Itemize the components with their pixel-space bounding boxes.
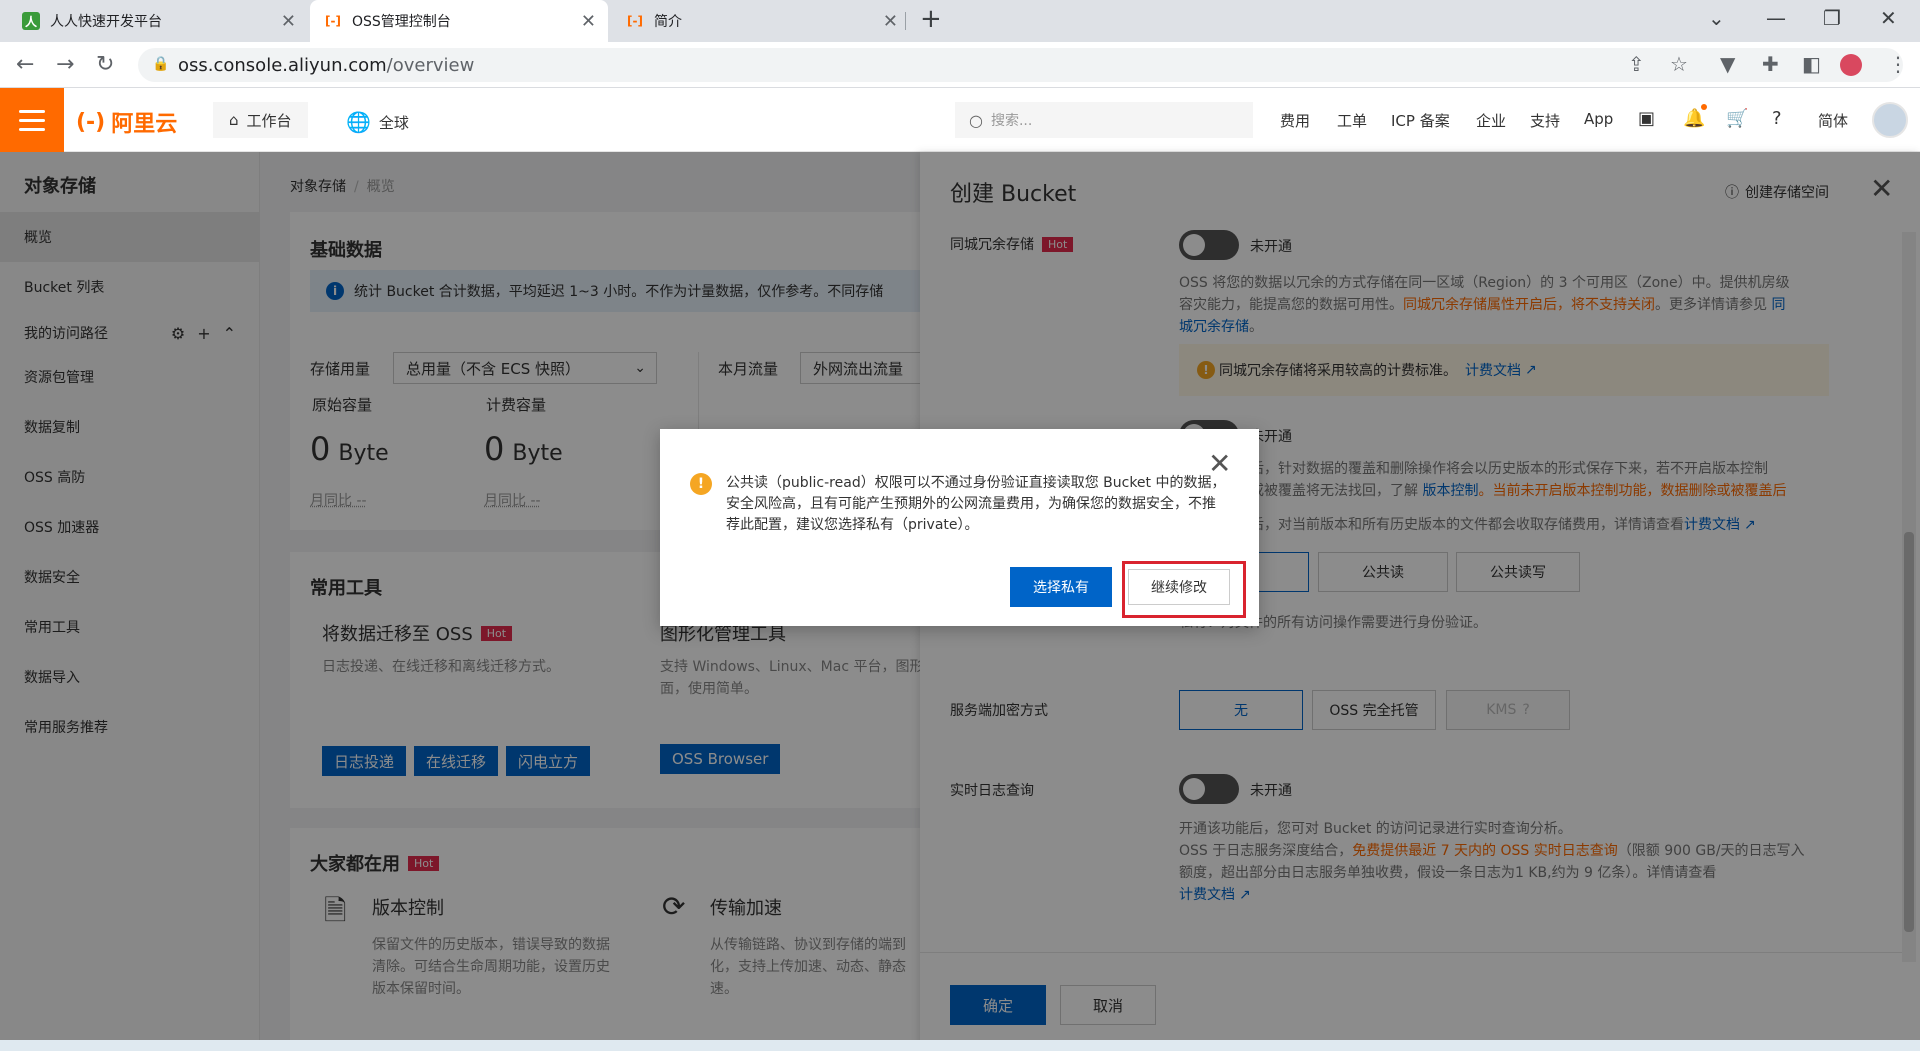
globe-icon: 🌐 bbox=[346, 110, 371, 134]
search-placeholder: 搜索... bbox=[990, 113, 1033, 129]
aliyun-logo[interactable]: (-) 阿里云 bbox=[76, 106, 177, 138]
url-path: /overview bbox=[386, 54, 475, 76]
close-icon[interactable]: ✕ bbox=[883, 11, 898, 32]
workbench-label: 工作台 bbox=[246, 111, 292, 130]
maximize-icon[interactable]: ❐ bbox=[1823, 6, 1841, 30]
back-icon[interactable]: ← bbox=[16, 52, 34, 77]
menu-dots-icon[interactable]: ⋮ bbox=[1888, 52, 1908, 76]
console-header: (-) 阿里云 ⌂ 工作台 🌐 全球 ○ 搜索... 费用 工单 ICP 备案 … bbox=[0, 88, 1920, 152]
browser-tab-oss[interactable]: [-] OSS管理控制台 ✕ bbox=[310, 0, 608, 42]
new-tab-icon[interactable]: + bbox=[920, 4, 942, 34]
terminal-icon[interactable]: ▣ bbox=[1638, 108, 1655, 129]
tab-title: 人人快速开发平台 bbox=[50, 14, 162, 30]
choose-private-button[interactable]: 选择私有 bbox=[1010, 567, 1112, 607]
logo-text: 阿里云 bbox=[111, 112, 178, 137]
dialog-message: 公共读（public-read）权限可以不通过身份验证直接读取您 Bucket … bbox=[726, 475, 1226, 533]
browser-tab-bar: 人 人人快速开发平台 ✕ [-] OSS管理控制台 ✕ [-] 简介 ✕ + ⌄… bbox=[0, 0, 1920, 42]
home-icon: ⌂ bbox=[229, 111, 239, 129]
search-icon: ○ bbox=[969, 110, 983, 130]
cart-icon[interactable]: 🛒 bbox=[1726, 108, 1748, 129]
share-icon[interactable]: ⇪ bbox=[1628, 52, 1645, 76]
warning-icon: ! bbox=[690, 473, 712, 495]
region-label: 全球 bbox=[378, 113, 409, 132]
nav-link-fees[interactable]: 费用 bbox=[1280, 110, 1310, 131]
close-icon[interactable]: ✕ bbox=[581, 11, 596, 32]
aliyun-icon: [-] bbox=[627, 14, 643, 28]
avatar[interactable] bbox=[1872, 102, 1908, 138]
region-selector[interactable]: 🌐 全球 bbox=[346, 110, 409, 134]
bell-icon[interactable]: 🔔 bbox=[1683, 108, 1705, 129]
green-app-icon: 人 bbox=[22, 12, 40, 30]
help-icon[interactable]: ? bbox=[1772, 108, 1782, 129]
close-window-icon[interactable]: ✕ bbox=[1880, 6, 1897, 30]
lock-icon: 🔒 bbox=[152, 56, 170, 72]
aliyun-logo-mark: (-) bbox=[76, 109, 106, 135]
star-icon[interactable]: ☆ bbox=[1670, 52, 1688, 76]
url-host: oss.console.aliyun.com bbox=[178, 54, 387, 76]
search-input[interactable]: ○ 搜索... bbox=[955, 102, 1253, 138]
close-icon[interactable]: ✕ bbox=[281, 11, 296, 32]
tab-title: 简介 bbox=[654, 14, 682, 30]
minimize-icon[interactable]: — bbox=[1766, 6, 1786, 30]
nav-link-support[interactable]: 支持 bbox=[1530, 110, 1560, 131]
sidepanel-icon[interactable]: ◧ bbox=[1802, 52, 1821, 76]
forward-icon[interactable]: → bbox=[56, 52, 74, 77]
browser-tab-intro[interactable]: [-] 简介 ✕ bbox=[612, 0, 910, 42]
bottom-strip bbox=[0, 1040, 1920, 1051]
puzzle-icon[interactable]: ✚ bbox=[1762, 52, 1779, 76]
nav-link-tickets[interactable]: 工单 bbox=[1337, 110, 1367, 131]
notification-dot bbox=[1701, 104, 1707, 110]
tab-title: OSS管理控制台 bbox=[352, 14, 451, 30]
nav-link-icp[interactable]: ICP 备案 bbox=[1391, 110, 1450, 131]
hamburger-menu-icon[interactable] bbox=[0, 88, 64, 152]
nav-link-app[interactable]: App bbox=[1584, 110, 1613, 128]
extension-v-icon[interactable]: ▼ bbox=[1720, 52, 1735, 76]
language-switch[interactable]: 简体 bbox=[1818, 110, 1848, 131]
workbench-button[interactable]: ⌂ 工作台 bbox=[213, 102, 308, 138]
reload-icon[interactable]: ↻ bbox=[96, 52, 114, 77]
chevron-down-icon[interactable]: ⌄ bbox=[1708, 6, 1725, 30]
profile-icon[interactable] bbox=[1840, 54, 1862, 76]
address-bar: ← → ↻ 🔒 oss.console.aliyun.com/overview … bbox=[0, 42, 1920, 88]
aliyun-icon: [-] bbox=[325, 14, 341, 28]
browser-tab-renren[interactable]: 人 人人快速开发平台 ✕ bbox=[8, 0, 308, 42]
highlight-box bbox=[1122, 561, 1246, 618]
nav-link-enterprise[interactable]: 企业 bbox=[1476, 110, 1506, 131]
tab-separator bbox=[905, 12, 906, 30]
